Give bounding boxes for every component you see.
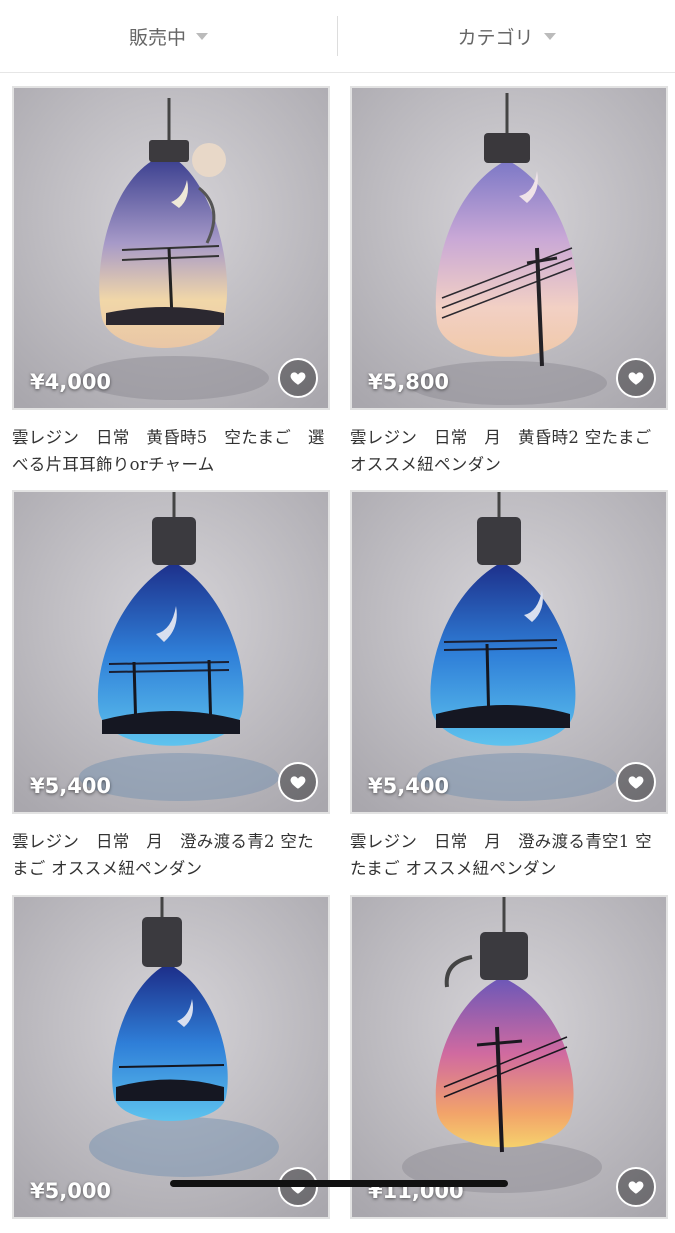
- favorite-button[interactable]: [616, 1167, 656, 1207]
- filter-bar: 販売中 カテゴリ: [0, 0, 675, 73]
- product-title[interactable]: 雲レジン 日常 月 黄昏時2 空たまご オススメ紐ペンダン: [350, 424, 668, 478]
- product-photo[interactable]: ¥11,000: [350, 895, 668, 1219]
- favorite-button[interactable]: [278, 1167, 318, 1207]
- product-image: [14, 88, 328, 408]
- product-title[interactable]: 雲レジン 日常 月 澄み渡る青空1 空たまご オススメ紐ペンダン: [350, 828, 668, 882]
- product-card[interactable]: ¥5,400 雲レジン 日常 月 澄み渡る青2 空たまご オススメ紐ペンダン: [12, 490, 330, 882]
- favorite-button[interactable]: [616, 358, 656, 398]
- product-photo[interactable]: ¥5,000: [12, 895, 330, 1219]
- product-price: ¥5,400: [30, 774, 112, 798]
- product-image: [14, 492, 328, 812]
- product-price: ¥4,000: [30, 370, 112, 394]
- product-card[interactable]: ¥5,400 雲レジン 日常 月 澄み渡る青空1 空たまご オススメ紐ペンダン: [350, 490, 668, 882]
- product-price: ¥5,000: [30, 1179, 112, 1203]
- product-photo[interactable]: ¥4,000: [12, 86, 330, 410]
- product-photo[interactable]: ¥5,800: [350, 86, 668, 410]
- category-filter-dropdown[interactable]: カテゴリ: [338, 0, 675, 72]
- home-indicator[interactable]: [170, 1180, 508, 1187]
- product-title[interactable]: 雲レジン 日常 月 澄み渡る青2 空たまご オススメ紐ペンダン: [12, 828, 330, 882]
- heart-icon: [290, 372, 306, 385]
- heart-icon: [628, 1181, 644, 1194]
- product-photo[interactable]: ¥5,400: [350, 490, 668, 814]
- product-image: [352, 897, 666, 1217]
- product-image: [14, 897, 328, 1217]
- product-card[interactable]: ¥5,800 雲レジン 日常 月 黄昏時2 空たまご オススメ紐ペンダン: [350, 86, 668, 478]
- heart-icon: [628, 372, 644, 385]
- status-filter-label: 販売中: [128, 26, 186, 49]
- favorite-button[interactable]: [616, 762, 656, 802]
- favorite-button[interactable]: [278, 762, 318, 802]
- product-price: ¥5,800: [368, 370, 450, 394]
- product-image: [352, 492, 666, 812]
- heart-icon: [290, 776, 306, 789]
- product-image: [352, 88, 666, 408]
- heart-icon: [628, 776, 644, 789]
- product-card[interactable]: ¥4,000 雲レジン 日常 黄昏時5 空たまご 選べる片耳耳飾りorチャーム: [12, 86, 330, 478]
- product-title[interactable]: 雲レジン 日常 黄昏時5 空たまご 選べる片耳耳飾りorチャーム: [12, 424, 330, 478]
- favorite-button[interactable]: [278, 358, 318, 398]
- caret-down-icon: [543, 32, 556, 40]
- product-photo[interactable]: ¥5,400: [12, 490, 330, 814]
- product-price: ¥5,400: [368, 774, 450, 798]
- category-filter-label: カテゴリ: [457, 26, 534, 49]
- caret-down-icon: [196, 32, 208, 40]
- status-filter-dropdown[interactable]: 販売中: [0, 0, 337, 72]
